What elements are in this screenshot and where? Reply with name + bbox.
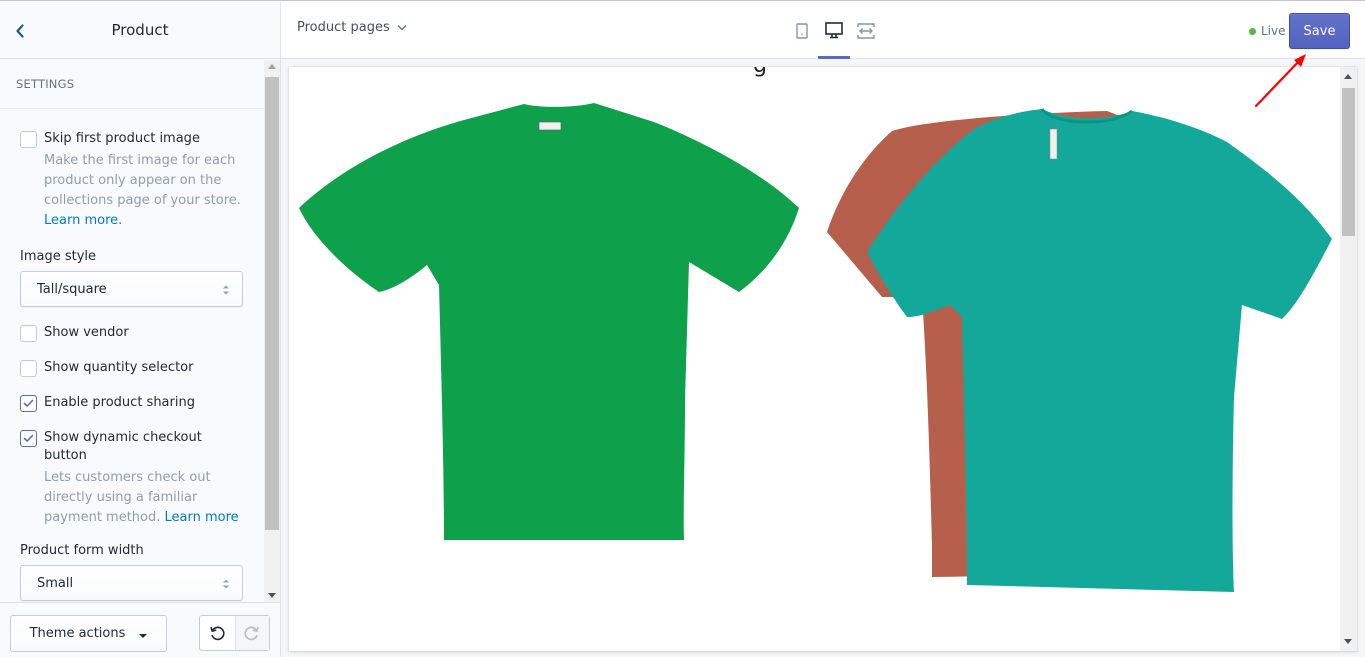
dynamic-checkout-option[interactable]: Show dynamic checkout button [20,429,244,465]
skip-first-image-checkbox[interactable] [20,131,37,148]
show-quantity-checkbox[interactable] [20,360,37,377]
show-vendor-option[interactable]: Show vendor [20,324,244,342]
live-dot-icon [1249,27,1256,35]
skip-first-image-help: Make the first image for each product on… [44,151,244,231]
dynamic-checkout-label: Show dynamic checkout button [44,430,202,463]
learn-more-link[interactable]: Learn more. [44,213,122,228]
desktop-icon [825,22,843,39]
theme-actions-button[interactable]: Theme actions [10,615,167,652]
page-select-label: Product pages [297,20,390,35]
scroll-up-arrow-icon[interactable] [1344,74,1352,79]
caret-down-icon [139,633,148,638]
settings-panel: SETTINGS Skip first product image Make t… [0,60,280,602]
mobile-view-button[interactable] [786,2,818,59]
redo-icon [244,626,260,641]
checkmark-icon [23,399,34,407]
scroll-down-arrow-icon[interactable] [268,593,276,598]
scroll-down-arrow-icon[interactable] [1344,639,1352,644]
enable-sharing-option[interactable]: Enable product sharing [20,394,244,412]
desktop-view-button[interactable] [818,2,850,59]
select-arrows-icon [223,285,229,295]
sidebar: Product SETTINGS Skip first product imag… [0,2,281,657]
store-preview-frame[interactable]: ·ɡ · [289,67,1357,651]
sidebar-header: Product [0,2,280,59]
chevron-down-icon [397,25,407,31]
enable-sharing-label: Enable product sharing [44,395,195,410]
show-quantity-option[interactable]: Show quantity selector [20,359,244,377]
show-quantity-label: Show quantity selector [44,360,194,375]
green-tshirt-image [299,103,799,540]
image-style-label: Image style [20,249,97,264]
scroll-up-arrow-icon[interactable] [268,64,276,69]
topbar: Product pages Live Save [281,2,1365,59]
live-status-label: Live [1261,24,1286,38]
skip-first-image-label: Skip first product image [44,131,200,146]
form-width-select[interactable]: Small [20,565,243,601]
dynamic-checkout-help: Lets customers check out directly using … [44,468,244,528]
rust-and-teal-tshirts-image [827,108,1332,592]
section-title: SETTINGS [0,60,264,109]
undo-redo-group [199,615,270,651]
tshirt-label [1049,128,1058,160]
form-width-label: Product form width [20,543,144,558]
back-button[interactable] [10,19,30,43]
fullscreen-icon [857,22,875,39]
skip-first-image-option[interactable]: Skip first product image [20,130,244,148]
preview-scrollbar[interactable] [1340,67,1357,651]
help-text: Make the first image for each product on… [44,153,241,208]
mobile-icon [796,22,808,39]
redo-button[interactable] [234,616,269,650]
green-tshirt-body [299,103,799,540]
live-status: Live [1249,24,1286,38]
image-style-value: Tall/square [37,281,107,297]
learn-more-link[interactable]: Learn more [165,510,239,525]
sidebar-footer: Theme actions [0,602,280,657]
sidebar-title: Product [111,21,169,39]
select-arrows-icon [223,579,229,589]
image-style-select[interactable]: Tall/square [20,271,243,307]
enable-sharing-checkbox[interactable] [20,395,37,412]
undo-button[interactable] [200,616,235,650]
fullscreen-view-button[interactable] [850,2,882,59]
checkmark-icon [23,434,34,442]
page-select-dropdown[interactable]: Product pages [297,20,407,35]
theme-actions-label: Theme actions [29,626,126,641]
show-vendor-label: Show vendor [44,325,129,340]
undo-icon [210,626,225,641]
show-vendor-checkbox[interactable] [20,325,37,342]
scrollbar-thumb[interactable] [265,77,279,530]
dynamic-checkout-checkbox[interactable] [20,430,37,447]
cutoff-heading-fragment: ·ɡ · [744,67,787,78]
preview-area: ·ɡ · [281,59,1365,657]
sidebar-scrollbar[interactable] [264,60,280,602]
scrollbar-thumb[interactable] [1342,88,1355,236]
tshirt-label [538,121,562,131]
save-button[interactable]: Save [1289,13,1350,49]
device-switcher [786,2,882,59]
form-width-value: Small [37,575,74,591]
chevron-left-icon [16,24,24,38]
